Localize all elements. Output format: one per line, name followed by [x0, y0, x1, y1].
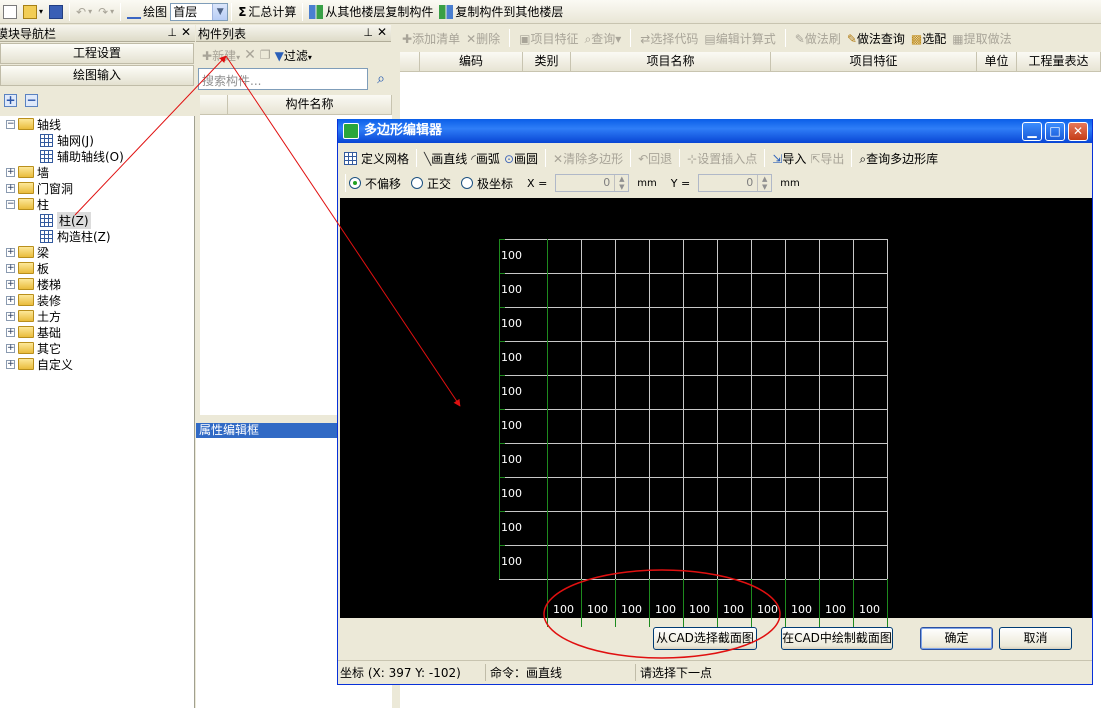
annotation-arrow	[74, 55, 227, 216]
annotation-ellipse	[543, 569, 781, 659]
app-window: ▾ ↶ ▾ ↷ ▾ 绘图 首层 ▼ Σ 汇总计算 从其他楼层复制构件 复制构件到其他楼层…	[0, 0, 1101, 708]
annotation-overlay	[74, 55, 781, 659]
annotation-arrow	[225, 55, 461, 407]
